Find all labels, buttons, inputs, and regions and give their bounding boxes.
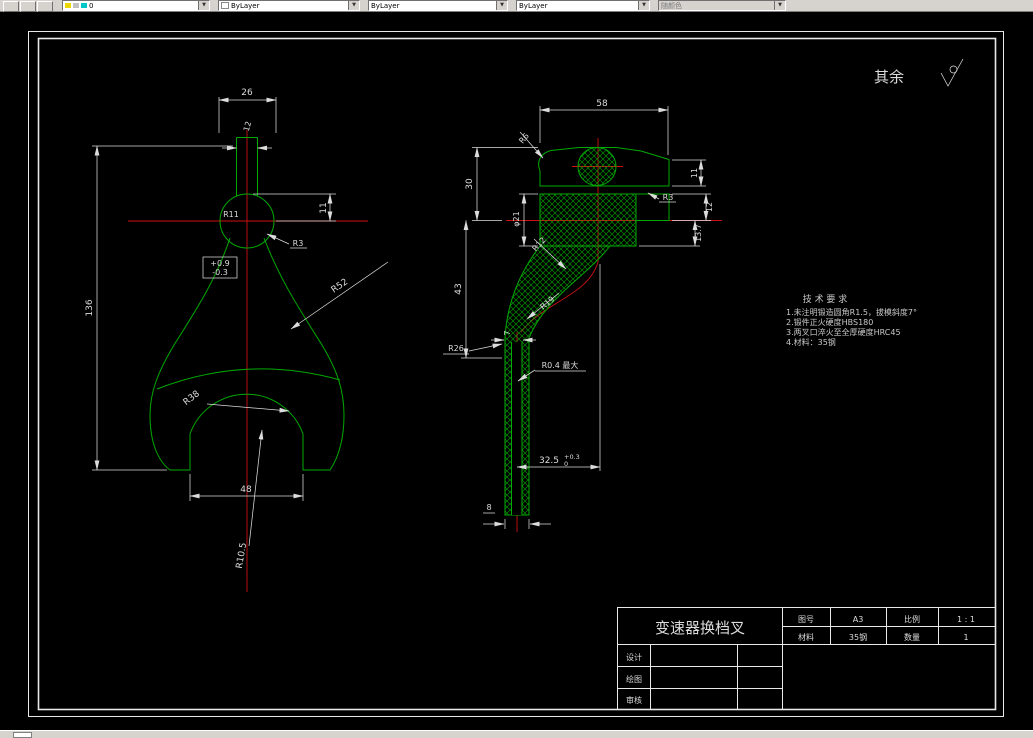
chevron-down-icon[interactable]: ▼ — [496, 1, 507, 10]
qty-label: 数量 — [904, 632, 920, 642]
drawing-no-label: 图号 — [798, 615, 814, 624]
plotstyle-combo: 随颜色 ▼ — [658, 0, 786, 11]
dim-13-7: 13.7 — [694, 224, 703, 242]
scale-value: 1 : 1 — [957, 615, 975, 624]
tech-line-3: 3.两叉口淬火至全厚硬度HRC45 — [786, 327, 901, 337]
dim-48: 48 — [240, 485, 252, 495]
dim-7: 7 — [503, 330, 512, 335]
tech-title: 技 术 要 求 — [803, 293, 848, 305]
toolbar-button[interactable] — [3, 1, 19, 12]
dim-30: 30 — [465, 178, 475, 190]
object-properties-toolbar: 0 ▼ ByLayer ▼ ByLayer ▼ ByLayer ▼ 随颜色 ▼ — [0, 0, 1033, 12]
dim-r3: R3 — [293, 239, 304, 248]
tech-line-4: 4.材料：35钢 — [786, 337, 836, 347]
plotstyle-value: 随颜色 — [661, 1, 682, 10]
layer-lock-icon — [73, 3, 79, 8]
drawing-canvas[interactable]: 其余 26 12 11 R11 R3 +0.9 -0.3 136 R52 R38… — [0, 0, 1033, 738]
layer-value: 0 — [89, 1, 94, 10]
dim-phi21: φ21 — [512, 211, 521, 226]
draw-label: 绘图 — [626, 674, 642, 684]
cad-window: 0 ▼ ByLayer ▼ ByLayer ▼ ByLayer ▼ 随颜色 ▼ — [0, 0, 1033, 738]
color-value: ByLayer — [231, 1, 260, 10]
color-swatch-icon — [221, 2, 229, 9]
dim-58: 58 — [596, 99, 608, 109]
dim-8: 8 — [486, 503, 491, 512]
hub-section — [539, 193, 637, 247]
check-label: 审核 — [626, 695, 642, 705]
material-label: 材料 — [798, 632, 814, 642]
qty-value: 1 — [963, 633, 968, 642]
dim-r3: R3 — [663, 193, 674, 202]
tolerance-upper: +0.9 — [210, 259, 229, 268]
dim-12: 12 — [705, 202, 714, 212]
chevron-down-icon[interactable]: ▼ — [348, 1, 359, 10]
toolbar-button[interactable] — [37, 1, 53, 12]
dim-r11: R11 — [223, 210, 239, 219]
dim-11: 11 — [319, 202, 329, 213]
material-value: 35钢 — [849, 632, 867, 642]
scale-label: 比例 — [904, 614, 920, 624]
dim-r0-4-max: R0.4 最大 — [542, 360, 579, 370]
tolerance-lower: -0.3 — [212, 268, 228, 277]
design-label: 设计 — [626, 652, 642, 662]
command-input-fragment[interactable] — [13, 732, 32, 738]
color-combo[interactable]: ByLayer ▼ — [218, 0, 360, 11]
drawing-no-value: A3 — [853, 615, 864, 624]
chevron-down-icon[interactable]: ▼ — [638, 1, 649, 10]
lineweight-combo[interactable]: ByLayer ▼ — [516, 0, 650, 11]
tech-line-2: 2.锻件正火硬度HBS180 — [786, 317, 873, 327]
dim-26: 26 — [241, 88, 253, 98]
pin-boss-section — [577, 147, 617, 186]
dim-32-5: 32.5 — [539, 456, 559, 466]
toolbar-button[interactable] — [20, 1, 36, 12]
dim-32-5-lower-tol: 0 — [564, 460, 568, 468]
chevron-down-icon[interactable]: ▼ — [198, 1, 209, 10]
layer-visibility-icon — [65, 3, 71, 8]
dim-11: 11 — [690, 168, 699, 178]
dim-43: 43 — [454, 283, 464, 294]
linetype-value: ByLayer — [371, 1, 400, 10]
chevron-down-icon: ▼ — [774, 1, 785, 10]
lineweight-value: ByLayer — [519, 1, 548, 10]
layer-combo[interactable]: 0 ▼ — [62, 0, 210, 11]
part-name: 变速器换档叉 — [655, 619, 745, 637]
status-bar — [0, 730, 1033, 738]
tech-line-1: 1.未注明锻造圆角R1.5，拔模斜度7° — [786, 307, 917, 317]
shaft-bore — [511, 342, 522, 515]
dim-136: 136 — [85, 299, 95, 316]
dim-r26: R26 — [448, 344, 464, 353]
layer-color-icon — [81, 3, 87, 8]
linetype-combo[interactable]: ByLayer ▼ — [368, 0, 508, 11]
surplus-label: 其余 — [874, 68, 904, 86]
